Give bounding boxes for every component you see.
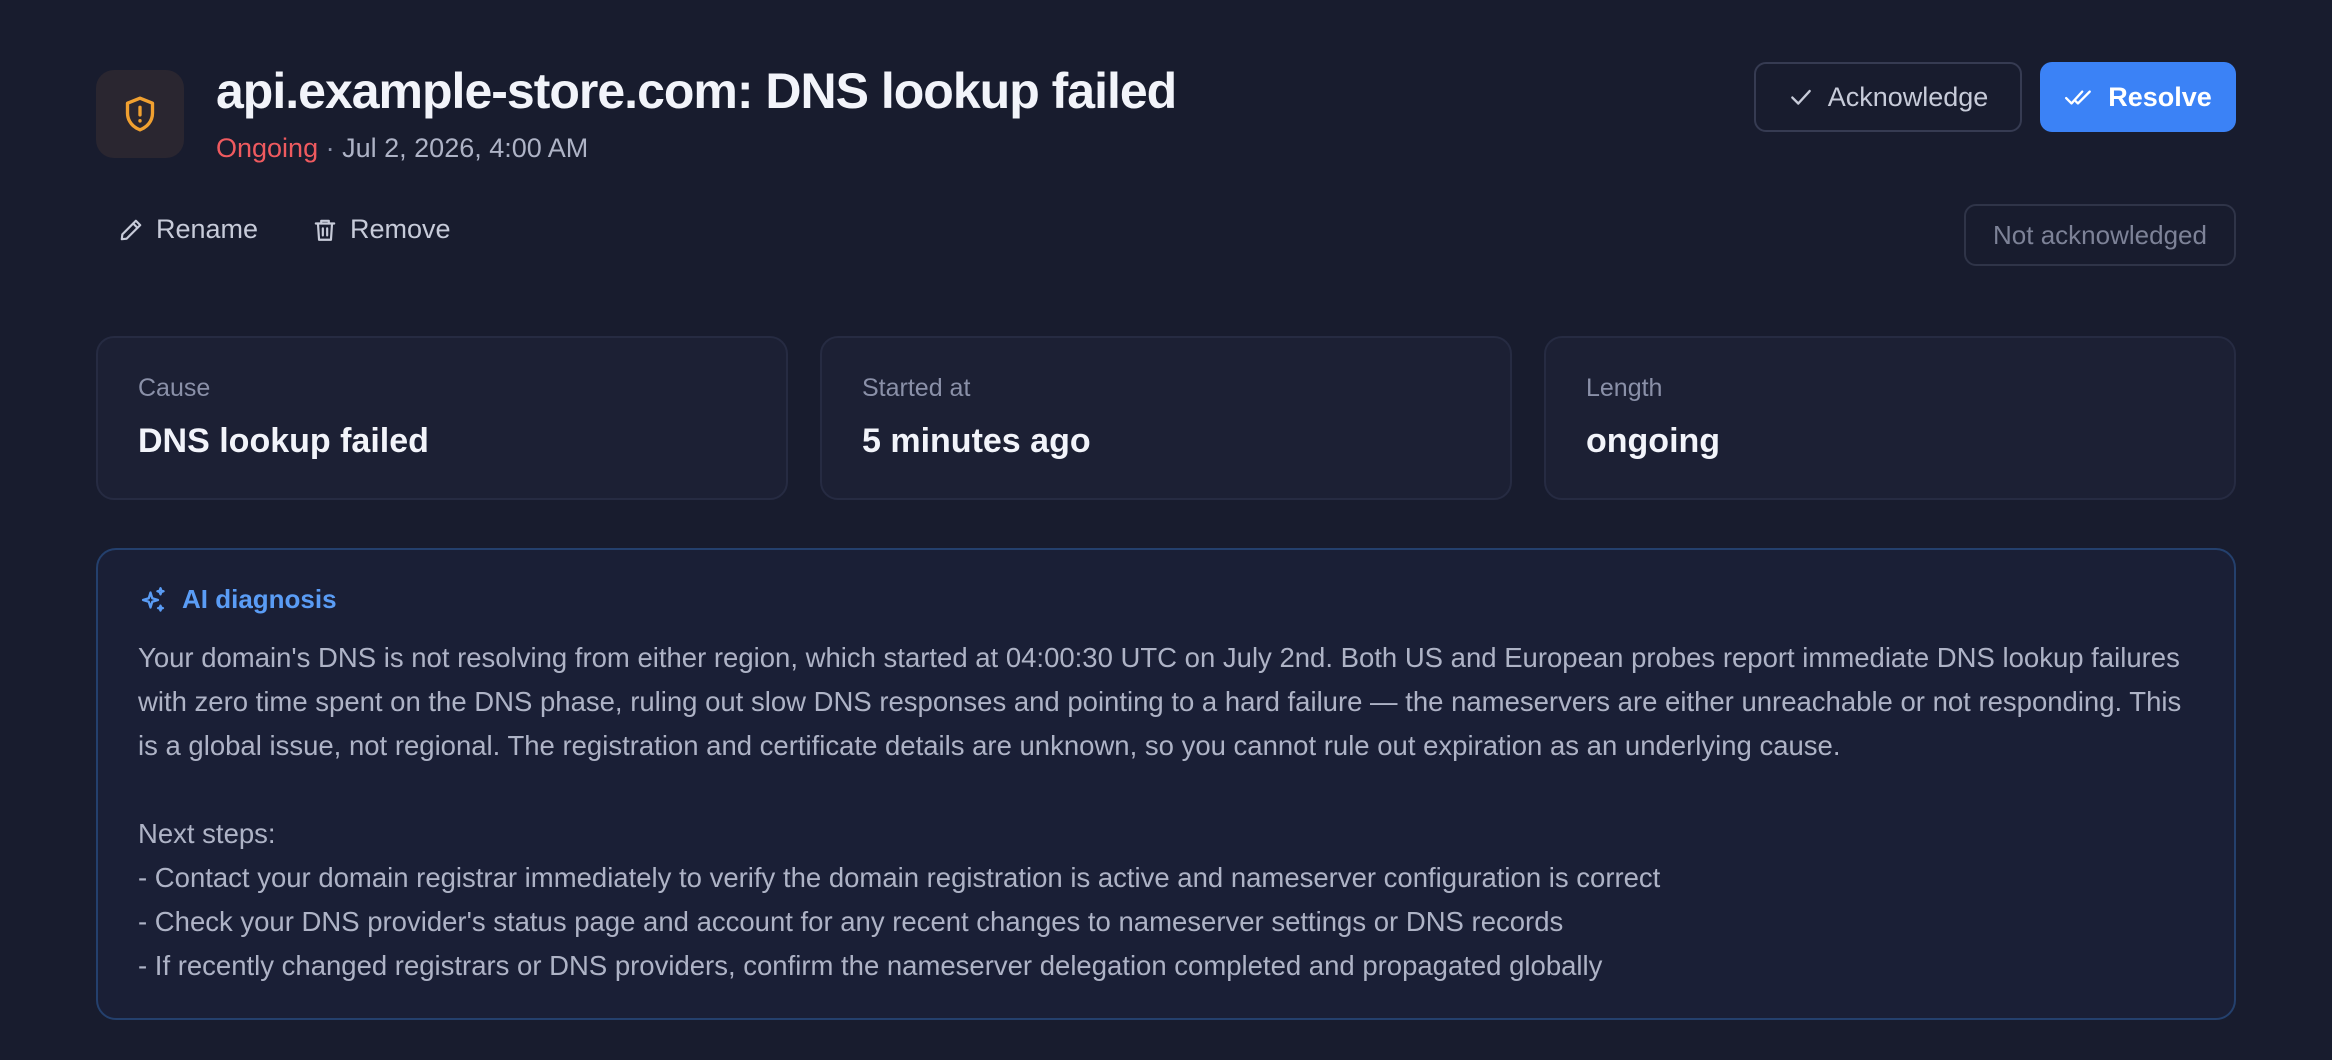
incident-icon-box — [96, 70, 184, 158]
remove-button[interactable]: Remove — [312, 214, 451, 245]
meta-separator: · — [325, 133, 335, 163]
next-step-item: - If recently changed registrars or DNS … — [138, 950, 1603, 981]
cause-label: Cause — [138, 374, 211, 402]
resolve-button[interactable]: Resolve — [2040, 62, 2236, 132]
double-check-icon — [2065, 90, 2092, 105]
page-title: api.example-store.com: DNS lookup failed — [216, 63, 1177, 119]
incident-stats: Cause DNS lookup failed Started at 5 min… — [96, 336, 2236, 500]
sparkles-icon — [141, 586, 165, 612]
started-at-label: Started at — [862, 374, 971, 402]
acknowledge-button[interactable]: Acknowledge — [1754, 62, 2022, 132]
next-step-item: - Check your DNS provider's status page … — [138, 906, 1564, 937]
cause-card: Cause DNS lookup failed — [96, 336, 788, 500]
trash-icon — [314, 219, 336, 241]
acknowledgement-status-badge: Not acknowledged — [1964, 204, 2236, 266]
cause-value: DNS lookup failed — [138, 422, 429, 460]
incident-date: Jul 2, 2026, 4:00 AM — [342, 133, 589, 163]
status-text: Ongoing — [216, 133, 319, 163]
length-card: Length ongoing — [1544, 336, 2236, 500]
ai-summary: Your domain's DNS is not resolving from … — [138, 642, 2182, 761]
length-label: Length — [1586, 374, 1663, 402]
rename-label: Rename — [156, 214, 259, 244]
rename-button[interactable]: Rename — [118, 214, 258, 245]
next-steps-title: Next steps: — [138, 818, 276, 849]
ai-diagnosis-header: AI diagnosis — [138, 584, 337, 615]
started-at-value: 5 minutes ago — [862, 422, 1091, 460]
shield-alert-icon — [125, 96, 155, 132]
started-at-card: Started at 5 minutes ago — [820, 336, 1512, 500]
resolve-label: Resolve — [2108, 81, 2212, 112]
acknowledge-label: Acknowledge — [1827, 81, 1989, 112]
next-step-item: - Contact your domain registrar immediat… — [138, 862, 1661, 893]
remove-label: Remove — [350, 214, 451, 244]
incident-actions: Rename Remove Not acknowledged — [96, 200, 2236, 270]
ai-diagnosis-panel: AI diagnosis Your domain's DNS is not re… — [96, 548, 2236, 1020]
pencil-icon — [120, 219, 142, 240]
incident-header: api.example-store.com: DNS lookup failed… — [96, 62, 2236, 172]
ai-diagnosis-body: Your domain's DNS is not resolving from … — [138, 636, 2188, 988]
incident-meta: Ongoing · Jul 2, 2026, 4:00 AM — [216, 133, 588, 164]
ai-diagnosis-title: AI diagnosis — [182, 584, 337, 614]
length-value: ongoing — [1586, 422, 1721, 460]
check-icon — [1790, 89, 1811, 105]
